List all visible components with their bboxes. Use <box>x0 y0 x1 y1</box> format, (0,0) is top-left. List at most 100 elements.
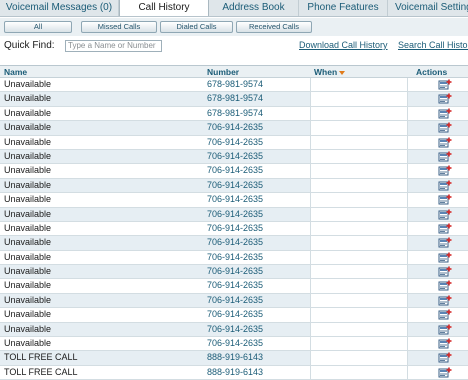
row-number[interactable]: 706-914-2635 <box>207 308 263 321</box>
table-row[interactable]: Unavailable 706-914-2635 <box>0 337 468 352</box>
add-contact-icon[interactable] <box>438 309 452 320</box>
row-name: Unavailable <box>4 266 52 277</box>
row-when <box>310 250 408 265</box>
row-number[interactable]: 706-914-2635 <box>207 164 263 177</box>
add-contact-icon[interactable] <box>438 209 452 220</box>
column-header-when[interactable]: When <box>314 66 346 78</box>
call-filter-bar: All Missed Calls Dialed Calls Received C… <box>0 18 468 36</box>
table-row[interactable]: Unavailable 706-914-2635 <box>0 164 468 179</box>
row-name: Unavailable <box>4 338 52 349</box>
download-call-history-link[interactable]: Download Call History <box>299 40 388 51</box>
table-row[interactable]: Unavailable 706-914-2635 <box>0 250 468 266</box>
row-number[interactable]: 888-919-6143 <box>207 351 263 364</box>
row-when <box>310 308 408 322</box>
table-row[interactable]: TOLL FREE CALL 888-919-6143 <box>0 365 468 380</box>
add-contact-icon[interactable] <box>438 194 452 205</box>
row-when <box>310 207 408 221</box>
table-row[interactable]: Unavailable 706-914-2635 <box>0 149 468 165</box>
row-name: Unavailable <box>4 294 52 305</box>
table-row[interactable]: Unavailable 678-981-9574 <box>0 92 468 107</box>
column-header-number[interactable]: Number <box>207 66 239 78</box>
table-row[interactable]: Unavailable 706-914-2635 <box>0 322 468 338</box>
filter-dialed-button[interactable]: Dialed Calls <box>160 21 233 33</box>
row-name: Unavailable <box>4 222 52 233</box>
row-number[interactable]: 678-981-9574 <box>207 92 263 105</box>
table-row[interactable]: Unavailable 706-914-2635 <box>0 178 468 194</box>
call-history-table-body: Unavailable 678-981-9574 Unavailable 678-98… <box>0 78 468 380</box>
row-name: Unavailable <box>4 280 52 291</box>
table-row[interactable]: Unavailable 706-914-2635 <box>0 121 468 136</box>
add-contact-icon[interactable] <box>438 237 452 248</box>
add-contact-icon[interactable] <box>438 280 452 291</box>
row-when <box>310 149 408 164</box>
row-name: Unavailable <box>4 194 52 205</box>
add-contact-icon[interactable] <box>438 180 452 191</box>
row-number[interactable]: 706-914-2635 <box>207 294 263 307</box>
tab-voicemail-messages[interactable]: Voicemail Messages (0) <box>0 0 119 16</box>
add-contact-icon[interactable] <box>438 93 452 104</box>
add-contact-icon[interactable] <box>438 367 452 378</box>
column-header-name[interactable]: Name <box>4 66 27 78</box>
row-when <box>310 322 408 337</box>
add-contact-icon[interactable] <box>438 324 452 335</box>
table-row[interactable]: Unavailable 706-914-2635 <box>0 265 468 280</box>
table-row[interactable]: Unavailable 706-914-2635 <box>0 236 468 251</box>
table-row[interactable]: Unavailable 706-914-2635 <box>0 193 468 208</box>
table-row[interactable]: Unavailable 678-981-9574 <box>0 78 468 93</box>
row-number[interactable]: 888-919-6143 <box>207 366 263 379</box>
tab-bar: Voicemail Messages (0) Call History Addr… <box>0 0 468 17</box>
row-number[interactable]: 706-914-2635 <box>207 222 263 235</box>
row-number[interactable]: 706-914-2635 <box>207 136 263 149</box>
add-contact-icon[interactable] <box>438 122 452 133</box>
row-name: Unavailable <box>4 136 52 147</box>
filter-received-button[interactable]: Received Calls <box>236 21 312 33</box>
row-number[interactable]: 706-914-2635 <box>207 121 263 134</box>
table-row[interactable]: Unavailable 706-914-2635 <box>0 135 468 150</box>
quick-find-label: Quick Find: <box>4 40 55 51</box>
table-row[interactable]: Unavailable 678-981-9574 <box>0 106 468 122</box>
row-number[interactable]: 678-981-9574 <box>207 78 263 91</box>
quick-find-input[interactable]: Type a Name or Number <box>65 40 162 52</box>
filter-all-button[interactable]: All <box>4 21 72 33</box>
row-number[interactable]: 706-914-2635 <box>207 208 263 221</box>
row-when <box>310 365 408 380</box>
add-contact-icon[interactable] <box>438 338 452 349</box>
row-number[interactable]: 706-914-2635 <box>207 236 263 249</box>
row-number[interactable]: 706-914-2635 <box>207 279 263 292</box>
row-when <box>310 265 408 279</box>
row-number[interactable]: 706-914-2635 <box>207 150 263 163</box>
row-name: TOLL FREE CALL <box>4 352 78 363</box>
row-number[interactable]: 706-914-2635 <box>207 179 263 192</box>
table-row[interactable]: Unavailable 706-914-2635 <box>0 207 468 222</box>
add-contact-icon[interactable] <box>438 165 452 176</box>
row-number[interactable]: 706-914-2635 <box>207 265 263 278</box>
add-contact-icon[interactable] <box>438 151 452 162</box>
add-contact-icon[interactable] <box>438 108 452 119</box>
row-number[interactable]: 678-981-9574 <box>207 107 263 120</box>
tab-call-history[interactable]: Call History <box>119 0 209 16</box>
row-name: Unavailable <box>4 79 52 89</box>
tab-address-book[interactable]: Address Book <box>209 0 299 16</box>
table-row[interactable]: Unavailable 706-914-2635 <box>0 308 468 323</box>
filter-missed-button[interactable]: Missed Calls <box>81 21 157 33</box>
add-contact-icon[interactable] <box>438 223 452 234</box>
row-number[interactable]: 706-914-2635 <box>207 251 263 264</box>
row-number[interactable]: 706-914-2635 <box>207 193 263 206</box>
table-row[interactable]: Unavailable 706-914-2635 <box>0 221 468 237</box>
row-number[interactable]: 706-914-2635 <box>207 323 263 336</box>
add-contact-icon[interactable] <box>438 295 452 306</box>
row-when <box>310 337 408 351</box>
table-row[interactable]: TOLL FREE CALL 888-919-6143 <box>0 351 468 366</box>
add-contact-icon[interactable] <box>438 137 452 148</box>
row-name: Unavailable <box>4 165 52 176</box>
add-contact-icon[interactable] <box>438 352 452 363</box>
tab-phone-features[interactable]: Phone Features <box>299 0 388 16</box>
row-number[interactable]: 706-914-2635 <box>207 337 263 350</box>
tab-voicemail-settings[interactable]: Voicemail Settings <box>388 0 468 16</box>
search-call-history-link[interactable]: Search Call History <box>398 40 468 51</box>
table-row[interactable]: Unavailable 706-914-2635 <box>0 279 468 294</box>
add-contact-icon[interactable] <box>438 252 452 263</box>
add-contact-icon[interactable] <box>438 79 452 90</box>
add-contact-icon[interactable] <box>438 266 452 277</box>
table-row[interactable]: Unavailable 706-914-2635 <box>0 293 468 309</box>
